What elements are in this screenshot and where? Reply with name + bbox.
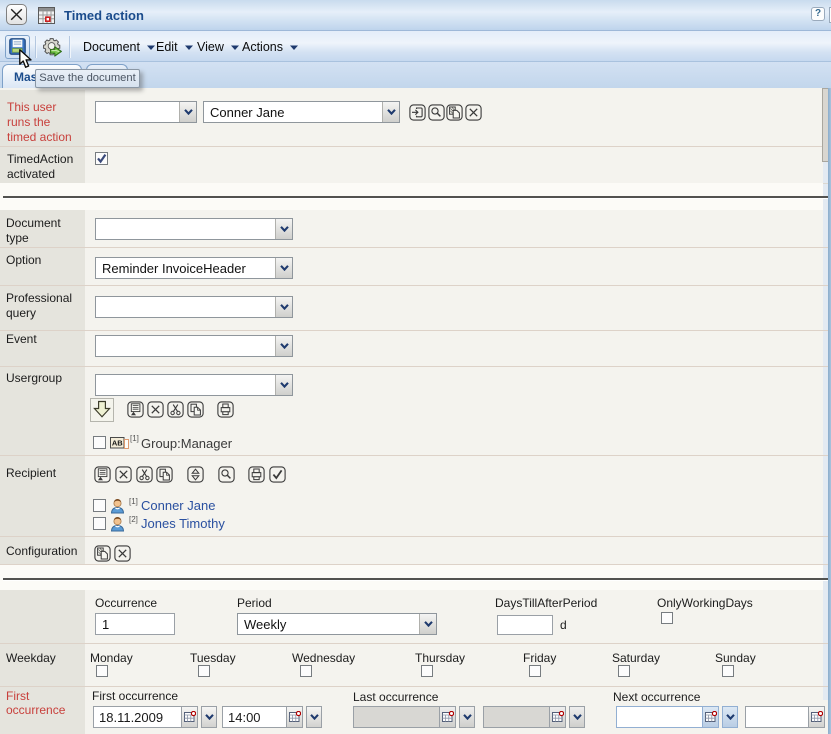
svg-text:AB: AB [112, 438, 123, 447]
